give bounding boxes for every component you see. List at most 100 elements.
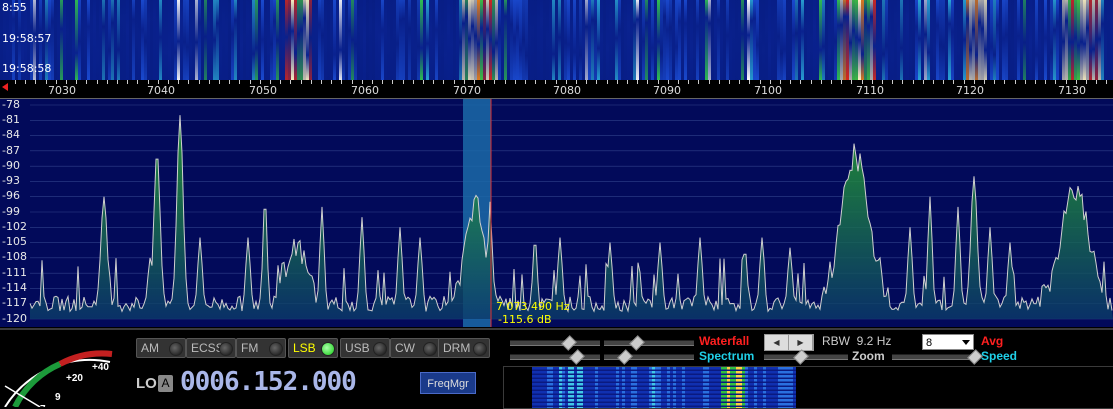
frequency-tick (199, 80, 200, 84)
spectrum-display[interactable] (0, 98, 1113, 327)
frequency-tick (831, 80, 832, 84)
frequency-label: 7120 (956, 84, 984, 97)
frequency-label: 7030 (48, 84, 76, 97)
frequency-label: 7100 (754, 84, 782, 97)
s-meter-scale-label: +20 (66, 373, 83, 384)
frequency-tick (46, 80, 47, 84)
frequency-tick (1004, 80, 1005, 84)
frequency-label: 7130 (1058, 84, 1086, 97)
frequency-tick (586, 80, 587, 84)
frequency-tick (1045, 80, 1046, 84)
frequency-tick (86, 80, 87, 84)
mode-ecss-button[interactable]: ECSS (186, 338, 236, 358)
s-meter-scale-label: 9 (55, 392, 61, 403)
db-label: -96 (2, 189, 20, 202)
waterfall-display[interactable] (0, 0, 1113, 80)
frequency-tick (607, 80, 608, 84)
frequency-tick (392, 80, 393, 84)
frequency-tick (841, 80, 842, 84)
frequency-tick (15, 80, 16, 84)
s-meter-scale-label: +40 (92, 362, 109, 373)
frequency-label: 7040 (147, 84, 175, 97)
frequency-tick (933, 80, 934, 84)
db-label: -90 (2, 159, 20, 172)
db-label: -99 (2, 205, 20, 218)
frequency-tick (892, 80, 893, 84)
cursor-frequency-readout: 7 073 490 Hz (496, 300, 570, 313)
control-panel: 9 7 +20 +40 AM ECSS FM LSB USB CW DRM LO… (0, 328, 1113, 409)
waterfall-brightness-slider[interactable] (604, 335, 694, 351)
frequency-tick (698, 80, 699, 84)
frequency-tick (505, 80, 506, 84)
led-icon (423, 342, 437, 356)
avg-select[interactable]: 8 (922, 334, 974, 350)
waterfall-contrast-slider[interactable] (510, 335, 600, 351)
mode-label: USB (345, 341, 370, 355)
db-label: -114 (2, 281, 27, 294)
frequency-tick (923, 80, 924, 84)
mode-am-button[interactable]: AM (136, 338, 186, 358)
frequency-tick (484, 80, 485, 84)
frequency-tick (913, 80, 914, 84)
slider-thumb[interactable] (569, 349, 585, 365)
frequency-tick (851, 80, 852, 84)
frequency-tick (229, 80, 230, 84)
arrow-left-icon[interactable]: ◀ (765, 335, 789, 350)
waterfall-step-buttons[interactable]: ◀ ▶ (764, 334, 814, 351)
slider-thumb[interactable] (561, 335, 577, 351)
zoom-label: Zoom (852, 349, 885, 363)
db-label: -108 (2, 250, 27, 263)
avg-value: 8 (926, 337, 933, 349)
frequency-tick (627, 80, 628, 84)
slider-thumb[interactable] (793, 349, 809, 365)
lo-a-button[interactable]: A (158, 375, 173, 392)
mode-label: DRM (443, 341, 471, 355)
lo-frequency-display[interactable]: 0006.152.000 (180, 367, 357, 397)
spectrum-brightness-slider[interactable] (604, 349, 694, 365)
waterfall-time-label: 19:58:57 (2, 32, 52, 45)
frequency-scale[interactable]: 7030 7040 7050 7060 7070 7080 7090 7100 7110 7120… (0, 80, 1113, 98)
spectrum-label: Spectrum (699, 349, 755, 363)
zoom-slider[interactable] (764, 349, 848, 365)
mode-label: LSB (293, 341, 316, 355)
frequency-tick (127, 80, 128, 84)
spectrum-plot[interactable] (0, 99, 1113, 327)
rbw-value: 9.2 Hz (856, 334, 892, 348)
frequency-tick (800, 80, 801, 84)
frequency-tick (943, 80, 944, 84)
waterfall-time-label: 19:58:58 (2, 62, 52, 75)
led-icon (321, 342, 335, 356)
frequency-tick (811, 80, 812, 84)
scroll-left-arrow-icon[interactable] (2, 83, 8, 91)
frequency-tick (341, 80, 342, 84)
s-meter-scale-label: 7 (40, 404, 46, 407)
speed-slider[interactable] (892, 349, 983, 365)
db-label: -78 (2, 98, 20, 111)
frequency-tick (688, 80, 689, 84)
s-meter: 9 7 +20 +40 (4, 350, 113, 407)
db-label: -81 (2, 113, 20, 126)
slider-thumb[interactable] (629, 335, 645, 351)
frequency-tick (433, 80, 434, 84)
audio-waterfall-display[interactable] (503, 366, 1113, 409)
freqmgr-button[interactable]: FreqMgr (420, 372, 476, 394)
slider-thumb[interactable] (617, 349, 633, 365)
frequency-tick (1086, 80, 1087, 84)
lo-label: LO (136, 375, 157, 392)
mode-drm-button[interactable]: DRM (438, 338, 490, 358)
mode-fm-button[interactable]: FM (236, 338, 286, 358)
arrow-right-icon[interactable]: ▶ (789, 335, 813, 350)
audio-waterfall-column (793, 367, 796, 408)
frequency-tick (311, 80, 312, 84)
frequency-tick (739, 80, 740, 84)
mode-usb-button[interactable]: USB (340, 338, 390, 358)
frequency-tick (107, 80, 108, 84)
frequency-tick (1035, 80, 1036, 84)
mode-cw-button[interactable]: CW (390, 338, 440, 358)
cursor-level-readout: -115.6 dB (498, 313, 552, 326)
frequency-tick (413, 80, 414, 84)
spectrum-contrast-slider[interactable] (510, 349, 600, 365)
frequency-tick (137, 80, 138, 84)
mode-lsb-button[interactable]: LSB (288, 338, 338, 358)
frequency-tick (790, 80, 791, 84)
